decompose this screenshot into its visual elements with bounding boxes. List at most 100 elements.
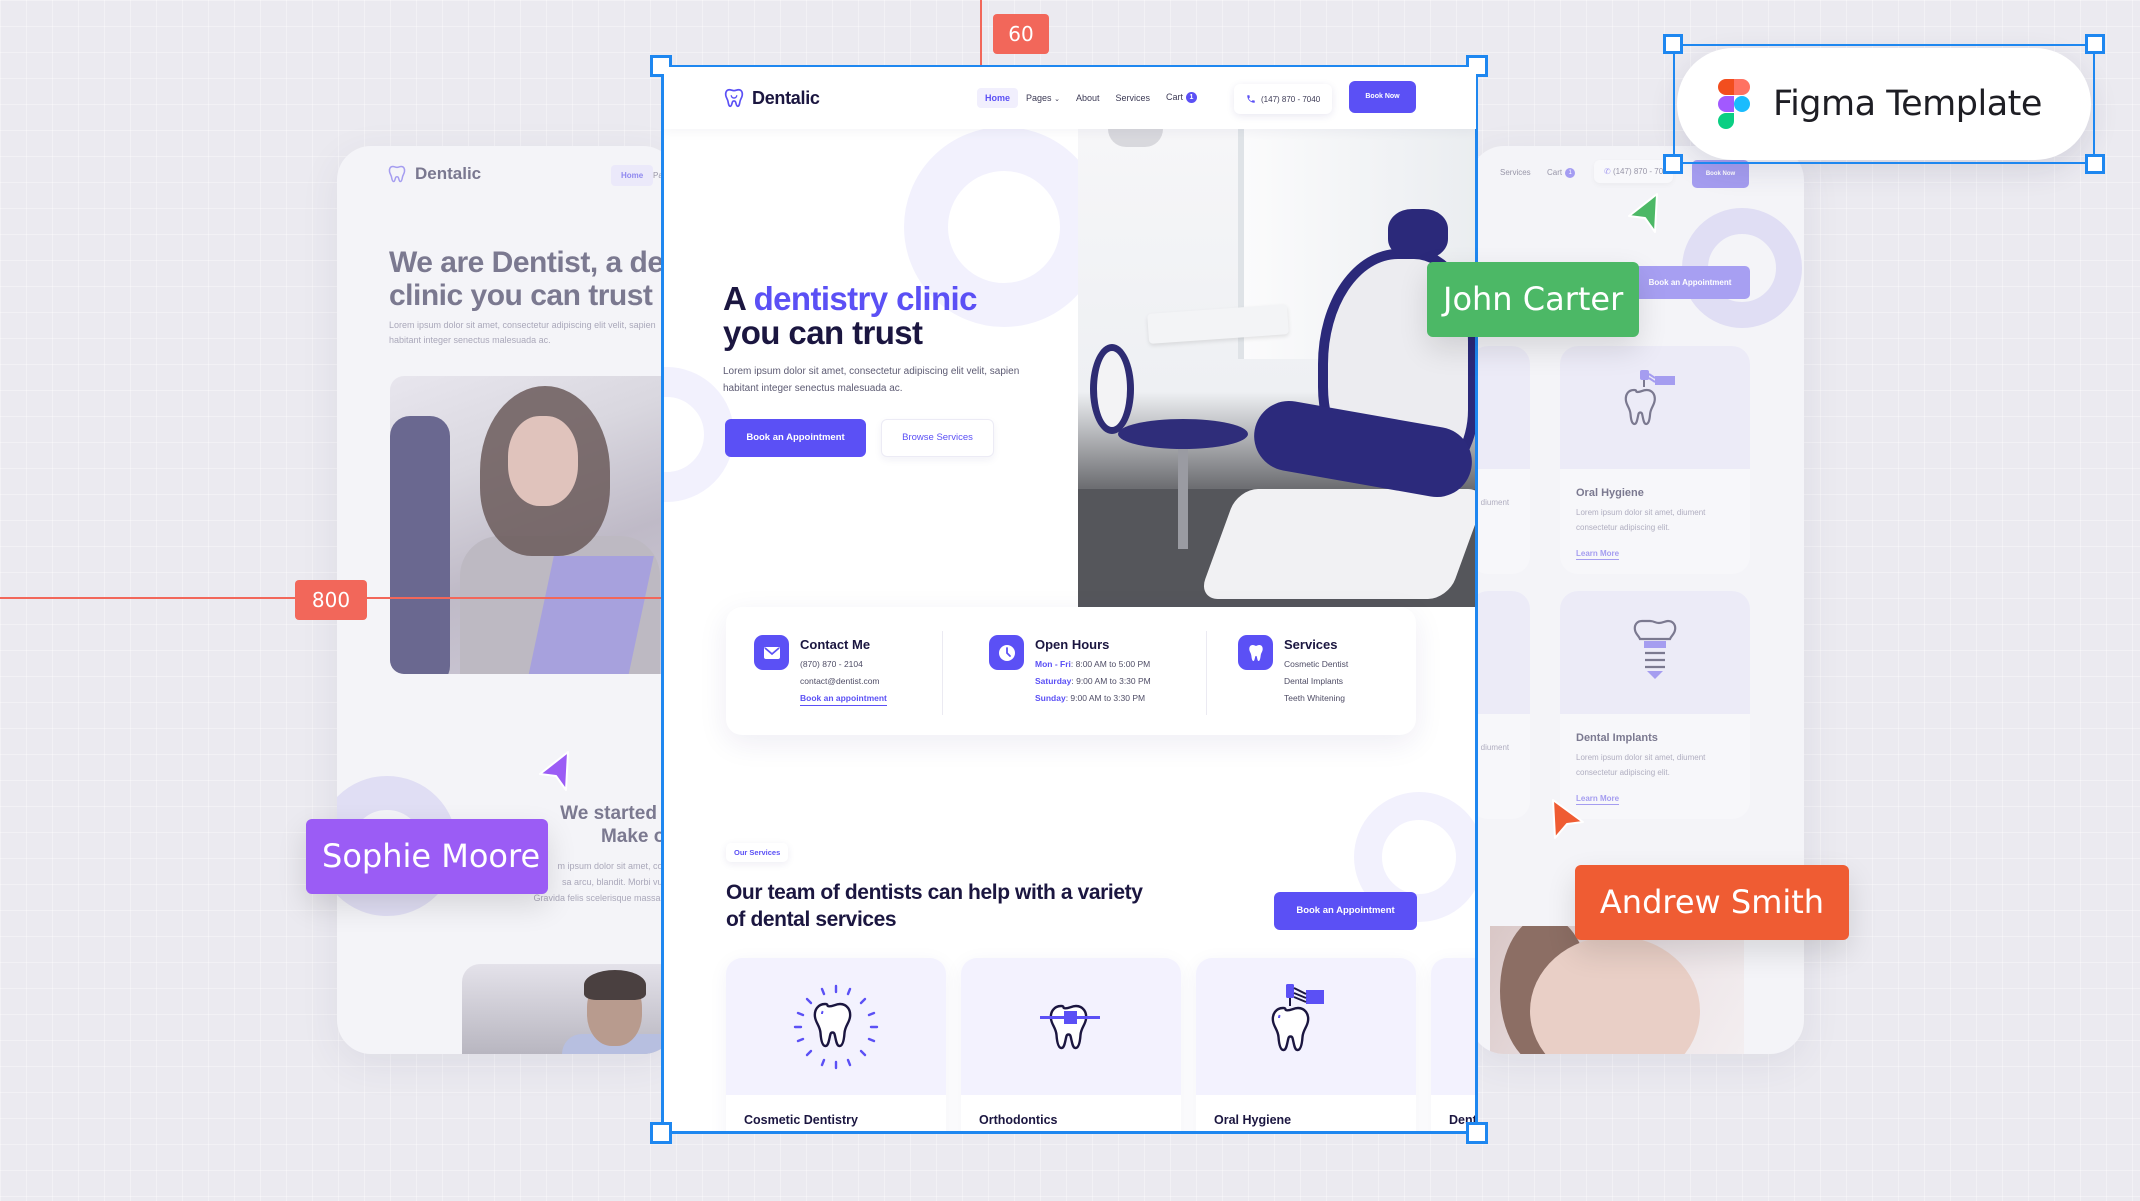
bg-card-image <box>1470 591 1530 714</box>
vertical-guide-line <box>980 0 982 67</box>
clock-icon <box>989 635 1024 670</box>
bg-left-about-text: m ipsum dolor sit amet, conse sa arcu, b… <box>533 858 677 922</box>
bg-left-hero-subtitle: Lorem ipsum dolor sit amet, consectetur … <box>389 318 656 348</box>
badge-selection-frame <box>1673 44 2095 164</box>
nav-about[interactable]: About <box>1068 88 1108 108</box>
book-appointment-link[interactable]: Book an appointment <box>800 693 887 706</box>
dentist-photo <box>462 964 677 1054</box>
hours-row: Sunday: 9:00 AM to 3:30 PM <box>1035 693 1151 703</box>
hours-time: : 8:00 AM to 5:00 PM <box>1070 659 1151 669</box>
nav-home[interactable]: Home <box>977 87 1019 108</box>
photo-face <box>508 416 578 506</box>
contact-email[interactable]: contact@dentist.com <box>800 676 887 686</box>
patient-photo <box>390 376 677 674</box>
service-item[interactable]: Teeth Whitening <box>1284 693 1348 703</box>
services-column: Services Cosmetic Dentist Dental Implant… <box>1238 635 1348 703</box>
hours-title: Open Hours <box>1035 637 1110 652</box>
service-item[interactable]: Dental Implants <box>1284 676 1348 686</box>
photo-hair <box>584 970 646 1000</box>
hours-day: Mon - Fri <box>1035 659 1071 669</box>
bg-card-text: t, diument <box>1474 498 1510 507</box>
badge-handle-bottom-right[interactable] <box>2085 154 2105 174</box>
cursor-arrow-icon <box>1628 193 1658 233</box>
site-logo[interactable]: Dentalic <box>723 87 820 109</box>
bg-service-card-partial: t, diument <box>1470 346 1530 574</box>
contact-phone: (870) 870 - 2104 <box>800 659 863 669</box>
hours-time: : 9:00 AM to 3:30 PM <box>1065 693 1146 703</box>
tooth-icon <box>1238 635 1273 670</box>
bg-service-card-oral-hygiene: Oral Hygiene Lorem ipsum dolor sit amet,… <box>1560 346 1750 574</box>
bg-right-phone: ✆ (147) 870 - 70 <box>1594 160 1674 183</box>
badge-handle-top-left[interactable] <box>1663 34 1683 54</box>
site-navbar: Dentalic Home Pages ⌄ About Services Car… <box>664 67 1476 129</box>
bg-left-logo-text: Dentalic <box>415 164 482 183</box>
bg-service-card-dental-implants: Dental Implants Lorem ipsum dolor sit am… <box>1560 591 1750 819</box>
service-item[interactable]: Cosmetic Dentist <box>1284 659 1348 669</box>
bg-left-sub-line1: Lorem ipsum dolor sit amet, consectetur … <box>389 320 656 330</box>
phone-icon: ✆ <box>1604 167 1611 176</box>
book-now-button[interactable]: Book Now <box>1349 81 1416 113</box>
bg-right-book-now: Book Now <box>1692 160 1749 188</box>
bg-left-hero-line2: clinic you can trust <box>389 279 653 312</box>
bg-right-phone-text: (147) 870 - 70 <box>1612 167 1664 176</box>
photo-chair <box>390 416 450 674</box>
tooth-logo-icon <box>724 88 744 108</box>
bg-left-about-title: We started w Make ou <box>560 802 677 848</box>
chevron-down-icon: ⌄ <box>1054 95 1060 103</box>
measure-label-left: 800 <box>295 580 367 620</box>
badge-handle-top-right[interactable] <box>2085 34 2105 54</box>
bg-left-hero-line1: We are Dentist, a dental <box>389 246 677 279</box>
resize-handle-bottom-right[interactable] <box>1466 1122 1488 1144</box>
hours-column: Open Hours Mon - Fri: 8:00 AM to 5:00 PM… <box>989 635 1151 703</box>
nav-services[interactable]: Services <box>1107 88 1158 108</box>
nav-cart[interactable]: Cart 1 <box>1158 87 1205 108</box>
bg-card-image <box>1470 346 1530 469</box>
mail-icon <box>754 635 789 670</box>
divider <box>942 631 943 715</box>
bg-card-learn-more: Learn More <box>1576 549 1620 560</box>
bg-card-image <box>1560 591 1750 714</box>
collaborator-label-andrew-smith: Andrew Smith <box>1575 865 1849 940</box>
bg-left-about-line2: Make ou <box>600 826 677 847</box>
phone-icon <box>1247 95 1255 103</box>
resize-handle-bottom-left[interactable] <box>650 1122 672 1144</box>
collaborator-label-sophie-moore: Sophie Moore <box>306 819 548 894</box>
hours-row: Mon - Fri: 8:00 AM to 5:00 PM <box>1035 659 1151 669</box>
bg-right-cart-badge: 1 <box>1565 168 1576 178</box>
bg-left-sub-line2: habitant integer senectus malesuada ac. <box>389 335 551 345</box>
bg-right-book-appointment: Book an Appointment <box>1630 266 1750 299</box>
bg-service-card-partial: t, diument <box>1470 591 1530 819</box>
badge-handle-bottom-left[interactable] <box>1663 154 1683 174</box>
contact-title: Contact Me <box>800 637 871 652</box>
cursor-arrow-icon <box>1552 799 1584 839</box>
nav-pages-label: Pages <box>1026 92 1052 103</box>
bg-right-nav-cart: Cart 1 <box>1547 168 1576 178</box>
hours-time: : 9:00 AM to 3:30 PM <box>1071 676 1151 686</box>
bg-left-logo: Dentalic <box>387 164 481 184</box>
hours-day: Saturday <box>1035 676 1072 686</box>
tooth-logo-icon <box>388 165 406 183</box>
services-title: Services <box>1284 637 1338 652</box>
bg-card-image <box>1560 346 1750 469</box>
bg-right-cart-label: Cart <box>1547 168 1563 178</box>
bg-card-text: Lorem ipsum dolor sit amet, diument cons… <box>1576 508 1706 532</box>
bg-card-text: Lorem ipsum dolor sit amet, diument cons… <box>1576 753 1706 777</box>
bg-left-about-line1: We started w <box>560 803 677 824</box>
phone-button[interactable]: (147) 870 - 7040 <box>1234 84 1333 114</box>
bg-right-nav-services: Services <box>1500 168 1531 177</box>
nav-cart-label: Cart <box>1165 92 1183 102</box>
hours-day: Sunday <box>1035 693 1066 703</box>
tooth-drill-icon <box>1624 369 1675 425</box>
bg-left-hero-title: We are Dentist, a dental clinic you can … <box>389 246 677 312</box>
hours-row: Saturday: 9:00 AM to 3:30 PM <box>1035 676 1151 686</box>
selection-frame <box>661 65 1478 1134</box>
dental-implant-icon <box>1633 619 1677 679</box>
phone-number: (147) 870 - 7040 <box>1261 94 1321 104</box>
bg-left-about-text-line: eli <box>533 906 677 922</box>
cart-count-badge: 1 <box>1186 92 1197 104</box>
logo-text: Dentalic <box>752 87 820 108</box>
background-page-left: Dentalic Home Pa We are Dentist, a denta… <box>337 146 677 1054</box>
bg-card-title: Dental Implants <box>1576 732 1658 744</box>
cursor-arrow-icon <box>539 751 569 791</box>
nav-pages[interactable]: Pages ⌄ <box>1018 88 1068 108</box>
